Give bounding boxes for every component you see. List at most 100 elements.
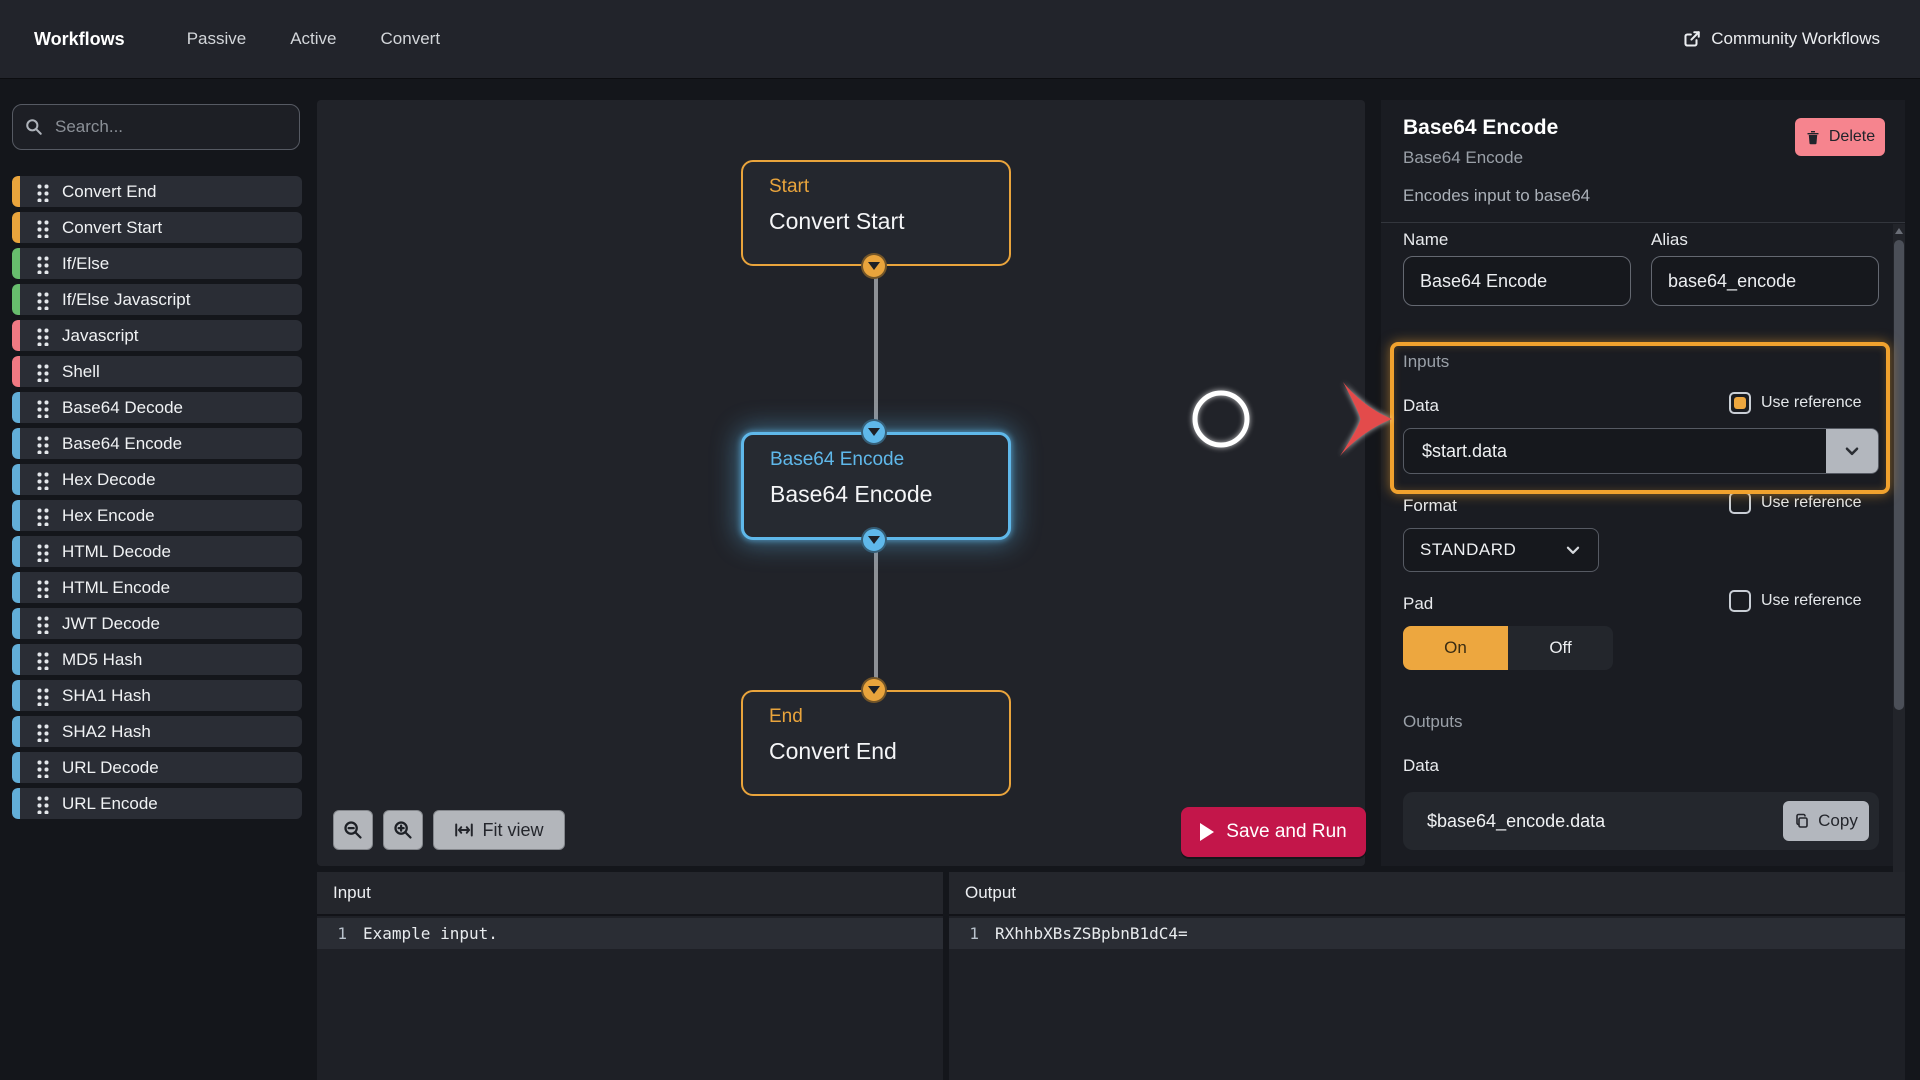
drag-handle-icon[interactable] bbox=[36, 793, 50, 814]
palette-item-accent bbox=[12, 788, 20, 819]
pad-on-button[interactable]: On bbox=[1403, 626, 1508, 670]
palette-item-html-decode[interactable]: HTML Decode bbox=[12, 536, 302, 567]
drag-handle-icon[interactable] bbox=[36, 649, 50, 670]
drag-handle-icon[interactable] bbox=[36, 181, 50, 202]
palette-item-accent bbox=[12, 644, 20, 675]
nav-tab-active[interactable]: Active bbox=[290, 29, 336, 49]
connector-start-output[interactable] bbox=[861, 253, 887, 279]
node-convert-start[interactable]: Start Convert Start bbox=[741, 160, 1011, 266]
zoom-in-button[interactable] bbox=[383, 810, 423, 850]
play-icon bbox=[1200, 823, 1215, 841]
palette-item-accent bbox=[12, 716, 20, 747]
palette-item-convert-start[interactable]: Convert Start bbox=[12, 212, 302, 243]
drag-handle-icon[interactable] bbox=[36, 577, 50, 598]
drag-handle-icon[interactable] bbox=[36, 325, 50, 346]
palette-item-label: URL Decode bbox=[62, 757, 159, 777]
palette-item-accent bbox=[12, 212, 20, 243]
drag-handle-icon[interactable] bbox=[36, 397, 50, 418]
palette-item-convert-end[interactable]: Convert End bbox=[12, 176, 302, 207]
alias-field[interactable] bbox=[1651, 256, 1879, 306]
fit-view-button[interactable]: Fit view bbox=[433, 810, 565, 850]
data-use-reference-checkbox[interactable] bbox=[1729, 392, 1751, 414]
trash-icon bbox=[1805, 129, 1821, 145]
palette-item-base64-decode[interactable]: Base64 Decode bbox=[12, 392, 302, 423]
drag-handle-icon[interactable] bbox=[36, 289, 50, 310]
outputs-section-label: Outputs bbox=[1403, 712, 1463, 731]
nav-tab-passive[interactable]: Passive bbox=[187, 29, 247, 49]
palette-item-if-else-javascript[interactable]: If/Else Javascript bbox=[12, 284, 302, 315]
drag-handle-icon[interactable] bbox=[36, 361, 50, 382]
palette-item-accent bbox=[12, 284, 20, 315]
drag-handle-icon[interactable] bbox=[36, 721, 50, 742]
inspector-scrollbar[interactable] bbox=[1893, 224, 1905, 964]
drag-handle-icon[interactable] bbox=[36, 505, 50, 526]
edge-encode-to-end bbox=[874, 540, 878, 690]
palette-item-accent bbox=[12, 536, 20, 567]
workflow-canvas[interactable]: Start Convert Start Base64 Encode Base64… bbox=[317, 100, 1366, 866]
drag-handle-icon[interactable] bbox=[36, 433, 50, 454]
combobox-dropdown-button[interactable] bbox=[1826, 429, 1878, 473]
output-data-value: $base64_encode.data bbox=[1427, 810, 1606, 831]
palette-item-accent bbox=[12, 752, 20, 783]
connector-encode-output[interactable] bbox=[861, 527, 887, 553]
palette-item-shell[interactable]: Shell bbox=[12, 356, 302, 387]
palette-item-url-decode[interactable]: URL Decode bbox=[12, 752, 302, 783]
connector-encode-input[interactable] bbox=[861, 419, 887, 445]
format-use-reference-checkbox[interactable] bbox=[1729, 492, 1751, 514]
drag-handle-icon[interactable] bbox=[36, 469, 50, 490]
workflows-brand[interactable]: Workflows bbox=[34, 29, 125, 50]
drag-handle-icon[interactable] bbox=[36, 217, 50, 238]
drag-handle-icon[interactable] bbox=[36, 541, 50, 562]
palette-item-hex-decode[interactable]: Hex Decode bbox=[12, 464, 302, 495]
palette-item-javascript[interactable]: Javascript bbox=[12, 320, 302, 351]
search-input[interactable] bbox=[53, 116, 287, 138]
connector-end-input[interactable] bbox=[861, 677, 887, 703]
search-box[interactable] bbox=[12, 104, 300, 150]
palette-item-if-else[interactable]: If/Else bbox=[12, 248, 302, 279]
drag-handle-icon[interactable] bbox=[36, 685, 50, 706]
community-workflows-link[interactable]: Community Workflows bbox=[1683, 29, 1880, 49]
drag-handle-icon[interactable] bbox=[36, 757, 50, 778]
scrollbar-thumb[interactable] bbox=[1894, 240, 1904, 710]
palette-item-html-encode[interactable]: HTML Encode bbox=[12, 572, 302, 603]
nav-tab-convert[interactable]: Convert bbox=[381, 29, 441, 49]
node-inspector-panel: Base64 Encode Delete Base64 Encode Encod… bbox=[1381, 100, 1905, 964]
output-line[interactable]: 1 RXhhbXBsZSBpbnB1dC4= bbox=[949, 918, 1905, 949]
input-line[interactable]: 1 Example input. bbox=[317, 918, 943, 949]
drag-handle-icon[interactable] bbox=[36, 613, 50, 634]
palette-item-md5-hash[interactable]: MD5 Hash bbox=[12, 644, 302, 675]
inspector-title: Base64 Encode bbox=[1403, 116, 1559, 139]
palette-item-accent bbox=[12, 248, 20, 279]
palette-item-accent bbox=[12, 608, 20, 639]
use-reference-label: Use reference bbox=[1761, 494, 1862, 511]
copy-button[interactable]: Copy bbox=[1783, 801, 1869, 841]
input-panel-header: Input bbox=[317, 872, 943, 916]
palette-item-base64-encode[interactable]: Base64 Encode bbox=[12, 428, 302, 459]
palette-item-hex-encode[interactable]: Hex Encode bbox=[12, 500, 302, 531]
pad-off-button[interactable]: Off bbox=[1508, 626, 1613, 670]
name-label: Name bbox=[1403, 230, 1449, 249]
palette-item-label: JWT Decode bbox=[62, 613, 160, 633]
scroll-up-arrow-icon[interactable] bbox=[1895, 228, 1903, 234]
palette-item-sha1-hash[interactable]: SHA1 Hash bbox=[12, 680, 302, 711]
node-convert-end[interactable]: End Convert End bbox=[741, 690, 1011, 796]
zoom-out-button[interactable] bbox=[333, 810, 373, 850]
palette-item-label: HTML Encode bbox=[62, 577, 171, 597]
format-select[interactable]: STANDARD bbox=[1403, 528, 1599, 572]
drag-handle-icon[interactable] bbox=[36, 253, 50, 274]
palette-item-label: URL Encode bbox=[62, 793, 158, 813]
canvas-controls: Fit view bbox=[333, 810, 565, 850]
fit-view-label: Fit view bbox=[482, 819, 544, 840]
pad-use-reference-checkbox[interactable] bbox=[1729, 590, 1751, 612]
node-base64-encode[interactable]: Base64 Encode Base64 Encode bbox=[741, 432, 1011, 540]
palette-item-label: Convert End bbox=[62, 181, 157, 201]
delete-button[interactable]: Delete bbox=[1795, 118, 1885, 156]
palette-item-sha2-hash[interactable]: SHA2 Hash bbox=[12, 716, 302, 747]
name-field[interactable] bbox=[1403, 256, 1631, 306]
workflow-editor: Workflows Passive Active Convert Community… bbox=[0, 0, 1920, 1080]
save-and-run-button[interactable]: Save and Run bbox=[1181, 807, 1366, 857]
data-reference-combobox[interactable]: $start.data bbox=[1403, 428, 1879, 474]
palette-item-jwt-decode[interactable]: JWT Decode bbox=[12, 608, 302, 639]
output-text: RXhhbXBsZSBpbnB1dC4= bbox=[995, 924, 1188, 943]
palette-item-url-encode[interactable]: URL Encode bbox=[12, 788, 302, 819]
